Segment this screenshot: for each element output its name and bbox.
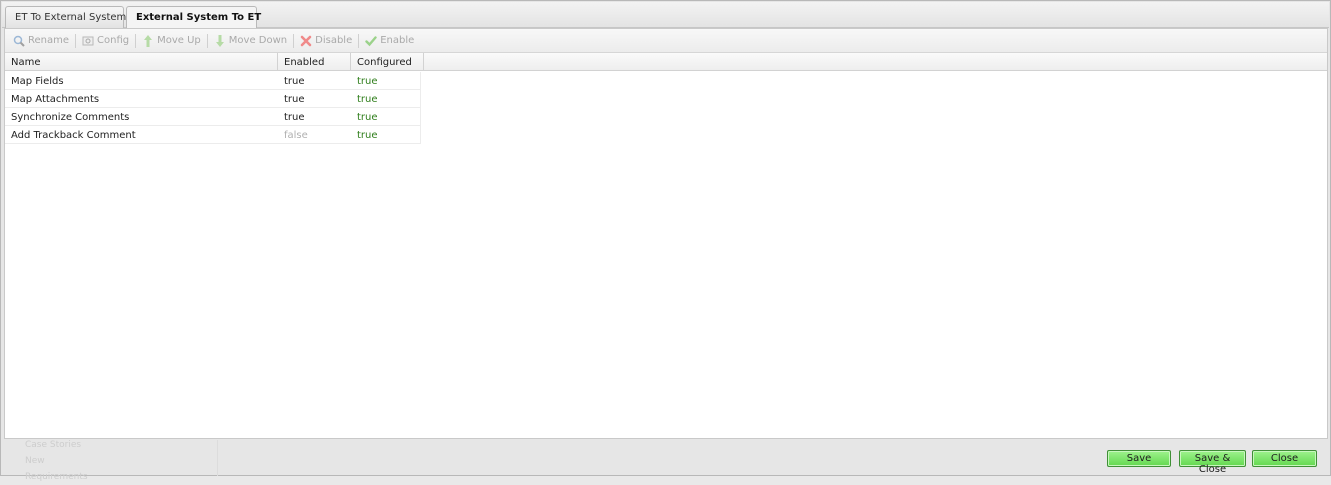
config-label: Config bbox=[97, 35, 130, 46]
dialog-window: ET To External System External System To… bbox=[0, 0, 1331, 482]
rename-button[interactable]: Rename bbox=[9, 31, 73, 51]
arrow-up-icon bbox=[142, 34, 154, 47]
enable-button[interactable]: Enable bbox=[361, 31, 418, 51]
tab-bar: ET To External System External System To… bbox=[2, 2, 1329, 30]
table-row[interactable]: Map Attachments true true bbox=[5, 90, 421, 108]
magnifier-icon bbox=[13, 35, 25, 47]
toolbar: Rename Config Move Up Move Down Disable … bbox=[5, 29, 1327, 53]
tab-content-panel: Rename Config Move Up Move Down Disable … bbox=[4, 28, 1328, 439]
config-icon bbox=[82, 35, 94, 47]
checkmark-icon bbox=[365, 35, 377, 47]
footer-divider bbox=[217, 440, 218, 476]
ghost-item: Requirements bbox=[25, 472, 88, 482]
save-and-close-button[interactable]: Save & Close bbox=[1179, 450, 1246, 475]
move-down-button[interactable]: Move Down bbox=[210, 31, 291, 51]
table-row[interactable]: Add Trackback Comment false true bbox=[5, 126, 421, 144]
config-button[interactable]: Config bbox=[78, 31, 133, 51]
rename-label: Rename bbox=[28, 35, 70, 46]
tab-external-system-to-et[interactable]: External System To ET bbox=[126, 6, 261, 30]
column-header-name[interactable]: Name bbox=[5, 53, 278, 71]
cell-name: Map Attachments bbox=[11, 94, 100, 105]
close-button[interactable]: Close bbox=[1252, 450, 1317, 467]
tab-et-to-external-system[interactable]: ET To External System bbox=[5, 6, 126, 29]
cell-name: Map Fields bbox=[11, 76, 64, 87]
toolbar-separator bbox=[358, 33, 360, 48]
cell-configured: true bbox=[357, 130, 378, 141]
cell-configured: true bbox=[357, 94, 378, 105]
column-header-enabled[interactable]: Enabled bbox=[278, 53, 351, 71]
cell-name: Synchronize Comments bbox=[11, 112, 130, 123]
toolbar-separator bbox=[206, 33, 208, 48]
toolbar-separator bbox=[135, 33, 137, 48]
column-header-configured[interactable]: Configured bbox=[351, 53, 424, 71]
save-button[interactable]: Save bbox=[1107, 450, 1171, 467]
table-row[interactable]: Map Fields true true bbox=[5, 72, 421, 90]
ghost-item: Case Stories bbox=[25, 440, 82, 450]
disable-label: Disable bbox=[315, 35, 353, 46]
red-x-icon bbox=[300, 35, 312, 47]
toolbar-separator bbox=[293, 33, 295, 48]
arrow-down-icon bbox=[214, 34, 226, 47]
cell-enabled: false bbox=[284, 130, 308, 141]
cell-configured: true bbox=[357, 112, 378, 123]
cell-enabled: true bbox=[284, 76, 305, 87]
grid-header: Name Enabled Configured bbox=[5, 53, 1327, 71]
table-row[interactable]: Synchronize Comments true true bbox=[5, 108, 421, 126]
cell-enabled: true bbox=[284, 94, 305, 105]
move-up-button[interactable]: Move Up bbox=[138, 31, 205, 51]
cell-name: Add Trackback Comment bbox=[11, 130, 136, 141]
background-ghost-list: Case Stories New Requirements bbox=[25, 437, 88, 485]
cell-configured: true bbox=[357, 76, 378, 87]
cell-enabled: true bbox=[284, 112, 305, 123]
disable-button[interactable]: Disable bbox=[296, 31, 356, 51]
enable-label: Enable bbox=[380, 35, 415, 46]
move-up-label: Move Up bbox=[157, 35, 201, 46]
toolbar-separator bbox=[75, 33, 77, 48]
move-down-label: Move Down bbox=[228, 35, 288, 46]
ghost-item: New bbox=[25, 456, 45, 466]
